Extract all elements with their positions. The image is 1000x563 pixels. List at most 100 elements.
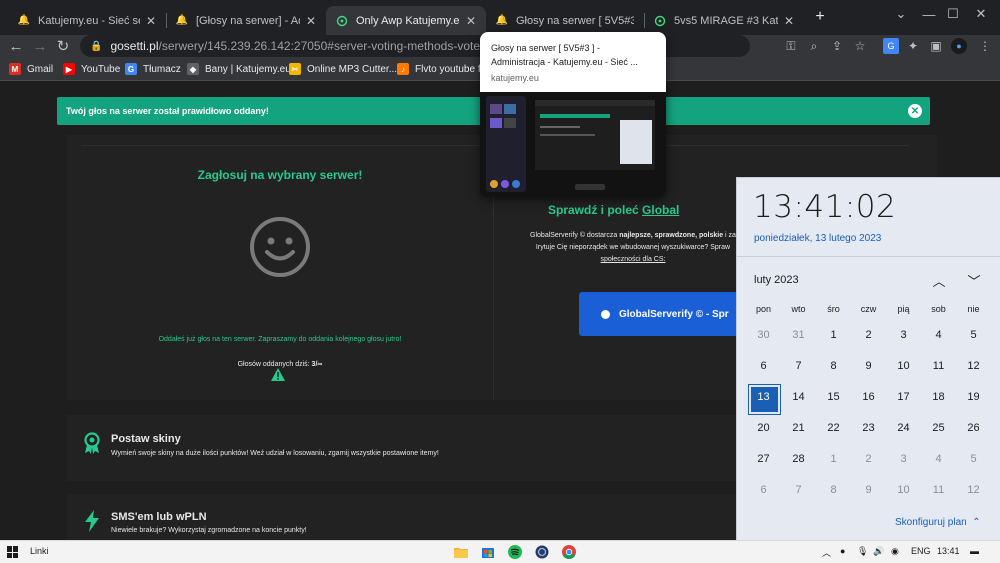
calendar-day[interactable]: 16 <box>851 382 886 413</box>
calendar-day[interactable]: 3 <box>886 444 921 475</box>
calendar-day[interactable]: 23 <box>851 413 886 444</box>
calendar-day[interactable]: 11 <box>921 351 956 382</box>
calendar-day[interactable]: 7 <box>781 475 816 506</box>
tab-4[interactable]: 5vs5 MIRAGE #3 Katujemy.eu ✕ <box>644 6 804 35</box>
calendar-day[interactable]: 4 <box>921 444 956 475</box>
calendar-day[interactable]: 10 <box>886 351 921 382</box>
calendar-day[interactable]: 30 <box>746 320 781 351</box>
bookmark-star-icon[interactable]: ☆ <box>852 38 868 54</box>
desc-text: GlobalServerify © dostarcza <box>530 232 620 239</box>
globalserverify-button[interactable]: GlobalServerify © - Spr <box>579 292 759 336</box>
calendar-day[interactable]: 8 <box>816 351 851 382</box>
chevron-down-icon[interactable]: ﹀ <box>964 270 984 290</box>
chevron-up-icon[interactable]: ︿ <box>822 546 831 559</box>
calendar-day[interactable]: 25 <box>921 413 956 444</box>
side-panel-icon[interactable]: ▣ <box>928 38 944 54</box>
file-explorer-icon[interactable] <box>454 545 468 559</box>
calendar-day[interactable]: 21 <box>781 413 816 444</box>
globalserverify-link[interactable]: Global <box>642 203 679 217</box>
tab-1[interactable]: 🔔 [Głosy na serwer] - Administr ✕ <box>166 6 326 35</box>
calendar-day-today[interactable]: 13 <box>746 382 781 415</box>
calendar-day[interactable]: 2 <box>851 320 886 351</box>
calendar-day[interactable]: 20 <box>746 413 781 444</box>
calendar-day[interactable]: 8 <box>816 475 851 506</box>
key-icon[interactable]: ⚿ <box>783 38 799 54</box>
volume-icon[interactable]: 🔊 <box>873 546 884 557</box>
calendar-day[interactable]: 1 <box>816 320 851 351</box>
calendar-day[interactable]: 26 <box>956 413 991 444</box>
calendar-day[interactable]: 9 <box>851 351 886 382</box>
microphone-icon[interactable]: 🎙 <box>857 546 868 557</box>
calendar-week: 13 14 15 16 17 18 19 <box>746 382 992 415</box>
calendar-month[interactable]: luty 2023 <box>754 274 799 286</box>
calendar-day[interactable]: 22 <box>816 413 851 444</box>
calendar-day[interactable]: 7 <box>781 351 816 382</box>
language-indicator[interactable]: ENG <box>911 546 931 556</box>
calendar-day[interactable]: 19 <box>956 382 991 413</box>
configure-plan-link[interactable]: Skonfiguruj plan ⌃ <box>895 517 981 528</box>
spotify-icon[interactable] <box>508 545 522 559</box>
calendar-day[interactable]: 2 <box>851 444 886 475</box>
taskbar-clock[interactable]: 13:41 <box>937 546 960 556</box>
links-toolbar[interactable]: Linki <box>30 546 49 556</box>
bookmark-flvto[interactable]: ♪ Flvto youtube file <box>397 61 491 77</box>
tab-3[interactable]: 🔔 Głosy na serwer [ 5V5#3 ] - A <box>486 6 644 35</box>
bookmark-translate[interactable]: G Tłumacz <box>125 61 181 77</box>
feature-description: Wymień swoje skiny na duże ilości punktó… <box>111 450 439 457</box>
close-tab-icon[interactable]: ✕ <box>466 14 476 28</box>
community-link[interactable]: społeczności dla CS: <box>601 256 666 263</box>
back-arrow-icon[interactable]: ← <box>6 36 26 56</box>
calendar-day[interactable]: 10 <box>886 475 921 506</box>
calendar-day[interactable]: 17 <box>886 382 921 413</box>
clock-date[interactable]: poniedziałek, 13 lutego 2023 <box>754 233 881 244</box>
tab-0[interactable]: 🔔 Katujemy.eu - Sieć serwerów ✕ <box>8 6 166 35</box>
bookmark-mp3-cutter[interactable]: ✂ Online MP3 Cutter... <box>289 61 397 77</box>
calendar-day[interactable]: 28 <box>781 444 816 475</box>
calendar-day[interactable]: 6 <box>746 351 781 382</box>
calendar-day[interactable]: 4 <box>921 320 956 351</box>
store-icon[interactable] <box>481 545 495 559</box>
calendar-day[interactable]: 14 <box>781 382 816 413</box>
reload-icon[interactable]: ↻ <box>53 36 73 56</box>
calendar-day[interactable]: 6 <box>746 475 781 506</box>
zoom-icon[interactable]: ⌕ <box>806 38 822 54</box>
profile-avatar[interactable]: ● <box>951 38 967 54</box>
menu-kebab-icon[interactable]: ⋮ <box>977 38 993 54</box>
bookmark-gmail[interactable]: M Gmail <box>9 61 53 77</box>
calendar-day[interactable]: 5 <box>956 320 991 351</box>
calendar-day[interactable]: 15 <box>816 382 851 413</box>
calendar-day[interactable]: 31 <box>781 320 816 351</box>
calendar-day[interactable]: 12 <box>956 475 991 506</box>
close-tab-icon[interactable]: ✕ <box>784 14 794 28</box>
calendar-day[interactable]: 5 <box>956 444 991 475</box>
preview-header: Głosy na serwer [ 5V5#3 ] - Administracj… <box>480 32 666 92</box>
new-tab-button[interactable]: + <box>812 9 828 25</box>
close-window-button[interactable]: ✕ <box>958 0 1000 28</box>
notification-icon[interactable]: ▬ <box>970 546 979 556</box>
bookmark-youtube[interactable]: ▶ YouTube <box>63 61 120 77</box>
share-icon[interactable]: ⇪ <box>829 38 845 54</box>
close-tab-icon[interactable]: ✕ <box>146 14 156 28</box>
app-icon[interactable] <box>535 545 549 559</box>
steam-tray-icon[interactable]: ● <box>840 546 845 556</box>
extensions-puzzle-icon[interactable]: ✦ <box>905 38 921 54</box>
calendar-day[interactable]: 27 <box>746 444 781 475</box>
calendar-day[interactable]: 1 <box>816 444 851 475</box>
close-tab-icon[interactable]: ✕ <box>306 14 316 28</box>
calendar-day[interactable]: 12 <box>956 351 991 382</box>
calendar-day[interactable]: 9 <box>851 475 886 506</box>
forward-arrow-icon[interactable]: → <box>30 36 50 56</box>
tab-2-active[interactable]: Only Awp Katujemy.eu 10 Ar ✕ <box>326 6 486 35</box>
windows-start-icon[interactable] <box>7 546 19 558</box>
clock-time: 13:41:02 <box>753 189 897 225</box>
calendar-day[interactable]: 3 <box>886 320 921 351</box>
chevron-up-icon[interactable]: ︿ <box>929 270 949 290</box>
close-icon[interactable]: ✕ <box>908 104 922 118</box>
steam-icon[interactable]: ◉ <box>891 546 899 557</box>
calendar-day[interactable]: 24 <box>886 413 921 444</box>
calendar-day[interactable]: 11 <box>921 475 956 506</box>
calendar-day[interactable]: 18 <box>921 382 956 413</box>
bookmark-bany[interactable]: ◆ Bany | Katujemy.eu <box>187 61 291 77</box>
chrome-icon[interactable] <box>562 545 576 559</box>
translate-extension-icon[interactable]: G <box>883 38 899 54</box>
